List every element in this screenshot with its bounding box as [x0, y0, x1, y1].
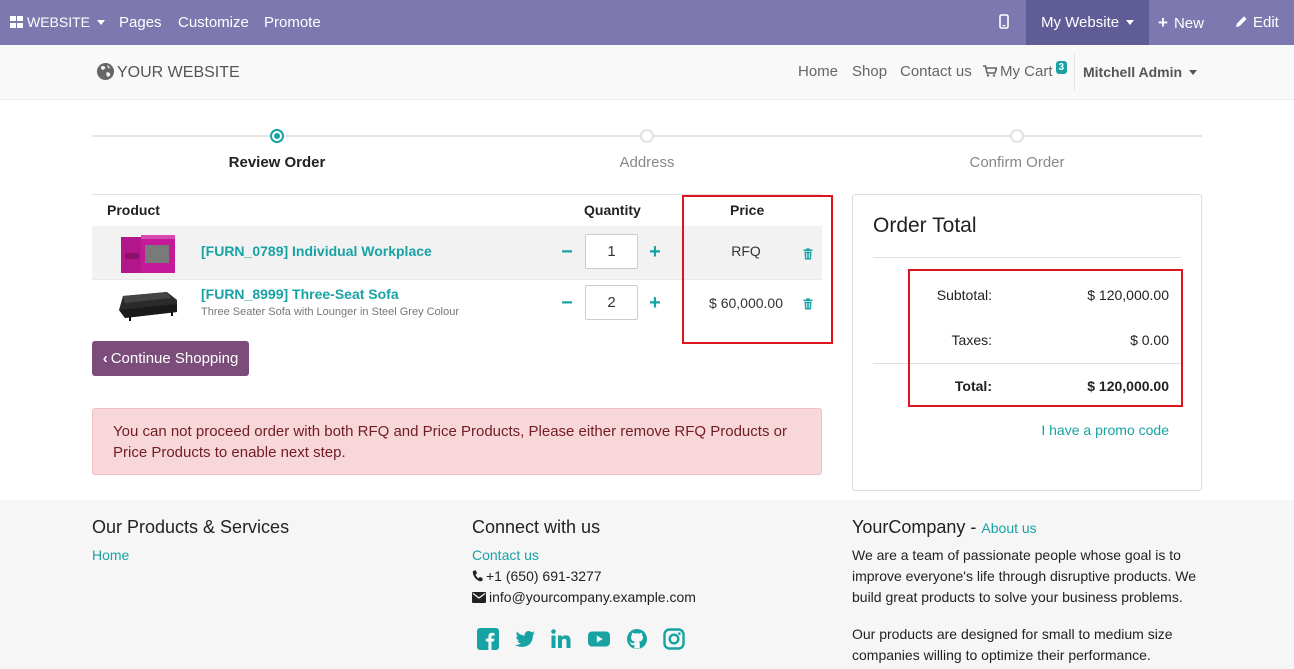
nav-home[interactable]: Home: [798, 45, 838, 99]
product-image-sofa[interactable]: [115, 286, 181, 326]
user-menu[interactable]: Mitchell Admin: [1083, 45, 1198, 99]
caret-down-icon: [1189, 69, 1198, 75]
github-icon[interactable]: [626, 628, 648, 650]
website-menu-button[interactable]: WEBSITE: [10, 0, 106, 45]
quantity-input[interactable]: 1: [585, 234, 638, 269]
twitter-icon[interactable]: [514, 628, 536, 650]
rfq-warning-alert: You can not proceed order with both RFQ …: [92, 408, 822, 475]
linkedin-icon[interactable]: [550, 628, 572, 650]
chevron-left-icon: ‹: [102, 350, 108, 367]
continue-shopping-label: Continue Shopping: [110, 350, 239, 367]
caret-down-icon: [97, 19, 106, 25]
nav-contact-us[interactable]: Contact us: [900, 45, 972, 99]
logo-text: YOUR WEBSITE: [117, 64, 240, 81]
continue-shopping-button[interactable]: ‹ Continue Shopping: [92, 341, 249, 376]
user-name: Mitchell Admin: [1083, 64, 1183, 80]
increase-quantity-button[interactable]: +: [647, 242, 663, 262]
envelope-icon: [472, 592, 486, 603]
price-column-highlight: [682, 195, 833, 344]
nav-my-cart[interactable]: My Cart 3: [983, 45, 1068, 99]
cart-count-badge: 3: [1055, 61, 1068, 74]
site-logo[interactable]: YOUR WEBSITE: [96, 62, 240, 82]
wizard-step-dot-address: [640, 129, 654, 143]
wizard-step-review-order[interactable]: Review Order: [177, 154, 377, 171]
product-name-link[interactable]: [FURN_0789] Individual Workplace: [201, 243, 432, 259]
totals-highlight: [908, 269, 1183, 407]
company-name: YourCompany: [852, 517, 966, 537]
alert-message: You can not proceed order with both RFQ …: [113, 423, 787, 461]
order-total-title: Order Total: [873, 214, 977, 237]
quantity-input[interactable]: 2: [585, 285, 638, 320]
increase-quantity-button[interactable]: +: [647, 293, 663, 313]
new-label: New: [1173, 15, 1204, 32]
customize-menu[interactable]: Customize: [178, 0, 249, 45]
phone-icon: [472, 570, 483, 582]
footer-phone: +1 (650) 691-3277: [472, 566, 602, 587]
promo-code-link[interactable]: I have a promo code: [952, 422, 1169, 438]
wizard-step-address: Address: [619, 154, 675, 171]
cart-label: My Cart: [1000, 63, 1053, 80]
about-us-link[interactable]: About us: [981, 520, 1036, 536]
wizard-step-confirm-order: Confirm Order: [969, 154, 1065, 171]
footer-connect-title: Connect with us: [472, 517, 601, 537]
phone-number: +1 (650) 691-3277: [486, 568, 602, 584]
decrease-quantity-button[interactable]: −: [559, 242, 575, 262]
admin-bar: WEBSITE Pages Customize Promote My Websi…: [0, 0, 1294, 45]
pages-menu[interactable]: Pages: [119, 0, 162, 45]
column-product: Product: [107, 202, 160, 218]
apps-grid-icon: [10, 16, 23, 28]
column-quantity: Quantity: [584, 202, 641, 218]
footer-home-link[interactable]: Home: [92, 547, 129, 563]
new-button[interactable]: + New: [1158, 0, 1204, 45]
promote-menu[interactable]: Promote: [264, 0, 321, 45]
pencil-icon: [1236, 16, 1247, 27]
about-text-2: Our products are designed for small to m…: [852, 626, 1173, 663]
edit-button[interactable]: Edit: [1235, 0, 1279, 45]
footer-products-title: Our Products & Services: [92, 517, 290, 537]
product-name-link[interactable]: [FURN_8999] Three-Seat Sofa: [201, 286, 399, 302]
about-text-1: We are a team of passionate people whose…: [852, 547, 1197, 605]
my-website-dropdown[interactable]: My Website: [1026, 0, 1150, 45]
globe-icon: [96, 62, 115, 81]
edit-label: Edit: [1253, 14, 1279, 31]
mobile-preview-button[interactable]: [999, 0, 1009, 45]
nav-divider: [1074, 54, 1075, 90]
decrease-quantity-button[interactable]: −: [559, 293, 575, 313]
footer-company-heading: YourCompany - About us: [852, 517, 1037, 538]
youtube-icon[interactable]: [588, 628, 610, 650]
product-image-workplace[interactable]: [117, 231, 179, 274]
wizard-step-dot-confirm: [1010, 129, 1024, 143]
footer-email: info@yourcompany.example.com: [472, 587, 696, 608]
wizard-step-dot-review: [270, 129, 284, 143]
mobile-icon: [999, 14, 1009, 29]
cart-icon: [983, 65, 998, 77]
nav-shop[interactable]: Shop: [852, 45, 887, 99]
order-total-divider: [873, 257, 1181, 258]
product-description: Three Seater Sofa with Lounger in Steel …: [201, 306, 460, 318]
heading-separator: -: [965, 517, 982, 537]
footer-contact-link[interactable]: Contact us: [472, 547, 539, 563]
plus-icon: +: [1158, 13, 1168, 32]
caret-down-icon: [1126, 19, 1135, 25]
website-menu-label: WEBSITE: [27, 14, 91, 30]
my-website-label: My Website: [1041, 14, 1120, 31]
site-header: YOUR WEBSITE Home Shop Contact us My Car…: [0, 45, 1294, 100]
instagram-icon[interactable]: [663, 628, 685, 650]
email-address[interactable]: info@yourcompany.example.com: [489, 589, 696, 605]
facebook-icon[interactable]: [477, 628, 499, 650]
